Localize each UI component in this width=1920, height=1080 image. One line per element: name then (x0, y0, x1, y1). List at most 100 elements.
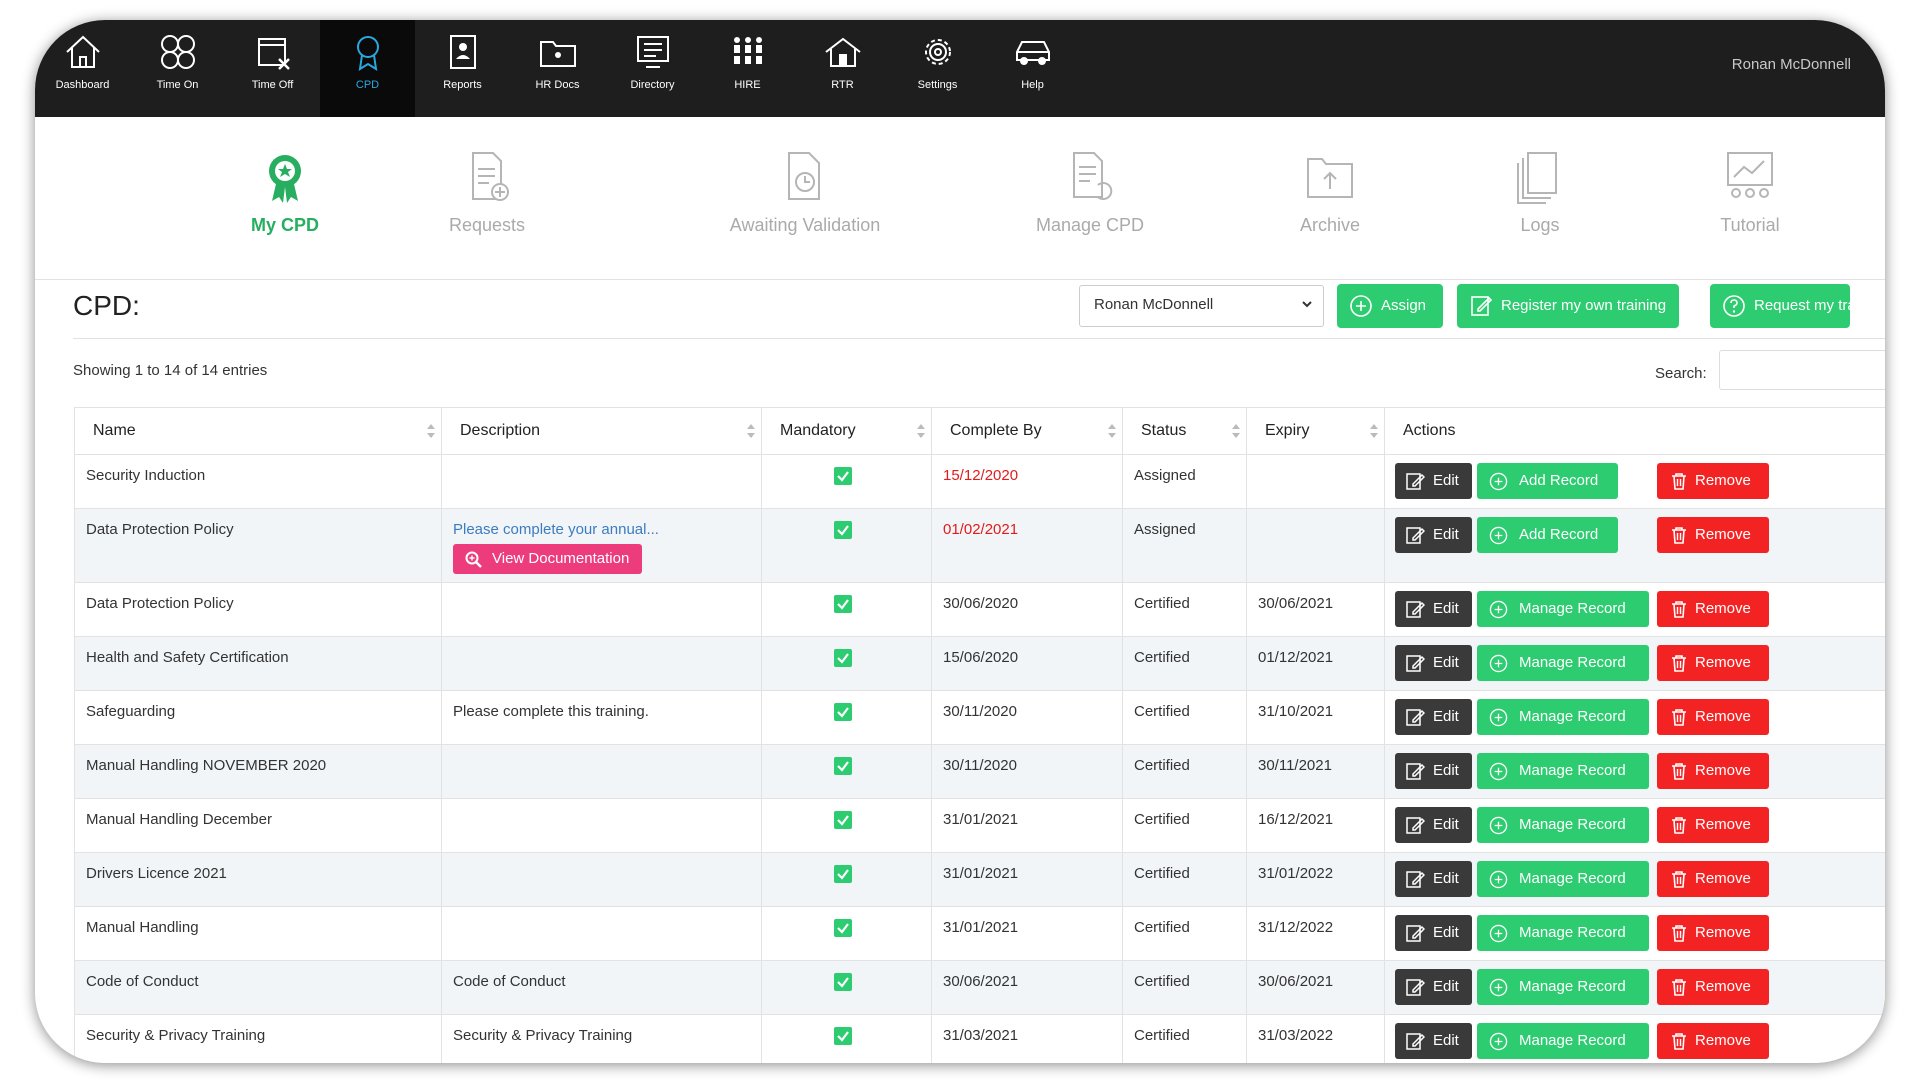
column-header-complete-by[interactable]: Complete By (931, 407, 1123, 455)
manage-record-button[interactable]: Manage Record (1477, 969, 1649, 1005)
remove-button[interactable]: Remove (1657, 463, 1769, 499)
subnav-manage-cpd[interactable]: Manage CPD (990, 117, 1190, 279)
remove-label: Remove (1695, 708, 1751, 725)
manage-record-button[interactable]: Manage Record (1477, 645, 1649, 681)
checked-checkbox-icon (834, 973, 852, 991)
row-complete-by: 30/06/2020 (943, 595, 1019, 612)
nav-settings[interactable]: Settings (890, 20, 985, 117)
edit-button[interactable]: Edit (1395, 517, 1472, 553)
register-training-button[interactable]: Register my own training (1457, 284, 1679, 328)
remove-button[interactable]: Remove (1657, 699, 1769, 735)
remove-button[interactable]: Remove (1657, 591, 1769, 627)
view-documentation-button[interactable]: View Documentation (453, 544, 643, 574)
edit-button[interactable]: Edit (1395, 753, 1472, 789)
reports-icon (450, 35, 476, 69)
nav-hire[interactable]: HIRE (700, 20, 795, 117)
row-name: Drivers Licence 2021 (86, 865, 227, 882)
row-expiry: 30/11/2021 (1258, 757, 1332, 774)
row-status: Assigned (1134, 521, 1196, 538)
subnav-my-cpd[interactable]: My CPD (210, 117, 360, 279)
edit-button[interactable]: Edit (1395, 969, 1472, 1005)
column-header-expiry[interactable]: Expiry (1246, 407, 1385, 455)
nav-label: HR Docs (535, 79, 580, 91)
manage-record-button[interactable]: Manage Record (1477, 915, 1649, 951)
edit-icon (1406, 817, 1425, 834)
request-training-button[interactable]: Request my training (1710, 284, 1850, 328)
edit-button[interactable]: Edit (1395, 463, 1472, 499)
manage-record-button[interactable]: Manage Record (1477, 699, 1649, 735)
manage-record-button[interactable]: Manage Record (1477, 807, 1649, 843)
sort-icon (1232, 424, 1240, 438)
search-input[interactable] (1719, 350, 1885, 390)
remove-button[interactable]: Remove (1657, 1023, 1769, 1059)
subnav-awaiting-validation[interactable]: Awaiting Validation (675, 117, 935, 279)
nav-directory[interactable]: Directory (605, 20, 700, 117)
row-name: Health and Safety Certification (86, 649, 289, 666)
header-label: Actions (1403, 422, 1456, 439)
row-complete-by: 15/12/2020 (943, 467, 1019, 484)
nav-time-off[interactable]: Time Off (225, 20, 320, 117)
edit-button[interactable]: Edit (1395, 861, 1472, 897)
record-label: Manage Record (1519, 924, 1626, 941)
edit-button[interactable]: Edit (1395, 1023, 1472, 1059)
assign-button[interactable]: Assign (1337, 284, 1443, 328)
nav-label: Settings (917, 79, 958, 91)
row-status: Certified (1134, 703, 1190, 720)
register-training-label: Register my own training (1501, 297, 1667, 314)
add-record-button[interactable]: Add Record (1477, 463, 1618, 499)
remove-button[interactable]: Remove (1657, 753, 1769, 789)
checked-checkbox-icon (834, 865, 852, 883)
nav-help[interactable]: Help (985, 20, 1080, 117)
column-header-mandatory[interactable]: Mandatory (761, 407, 932, 455)
column-header-status[interactable]: Status (1122, 407, 1247, 455)
nav-cpd[interactable]: CPD (320, 20, 415, 117)
row-status: Certified (1134, 811, 1190, 828)
user-select[interactable]: Ronan McDonnell (1079, 285, 1324, 327)
edit-icon (1406, 925, 1425, 942)
remove-button[interactable]: Remove (1657, 915, 1769, 951)
edit-button[interactable]: Edit (1395, 591, 1472, 627)
remove-button[interactable]: Remove (1657, 861, 1769, 897)
user-select-value: Ronan McDonnell (1094, 296, 1214, 313)
nav-hr-docs[interactable]: HR Docs (510, 20, 605, 117)
remove-button[interactable]: Remove (1657, 969, 1769, 1005)
remove-button[interactable]: Remove (1657, 517, 1769, 553)
help-car-icon (1016, 41, 1050, 65)
subnav-tutorial[interactable]: Tutorial (1685, 117, 1815, 279)
subnav-logs[interactable]: Logs (1480, 117, 1600, 279)
remove-button[interactable]: Remove (1657, 807, 1769, 843)
column-header-actions: Actions (1384, 407, 1885, 455)
manage-record-button[interactable]: Manage Record (1477, 1023, 1649, 1059)
manage-record-button[interactable]: Manage Record (1477, 861, 1649, 897)
remove-button[interactable]: Remove (1657, 645, 1769, 681)
column-header-description[interactable]: Description (441, 407, 762, 455)
award-ribbon-icon (269, 155, 301, 203)
nav-dashboard[interactable]: Dashboard (35, 20, 130, 117)
edit-button[interactable]: Edit (1395, 807, 1472, 843)
row-description: Code of Conduct (453, 973, 566, 990)
row-name: Data Protection Policy (86, 595, 234, 612)
mandatory-checkbox (834, 811, 852, 833)
column-header-name[interactable]: Name (74, 407, 442, 455)
user-name[interactable]: Ronan McDonnell (1732, 56, 1851, 73)
manage-record-button[interactable]: Manage Record (1477, 753, 1649, 789)
edit-button[interactable]: Edit (1395, 915, 1472, 951)
request-training-label: Request my training (1754, 297, 1850, 314)
manage-record-button[interactable]: Manage Record (1477, 591, 1649, 627)
remove-label: Remove (1695, 924, 1751, 941)
row-complete-by: 30/11/2020 (943, 703, 1017, 720)
nav-reports[interactable]: Reports (415, 20, 510, 117)
document-plus-icon (472, 152, 509, 201)
edit-button[interactable]: Edit (1395, 645, 1472, 681)
row-description[interactable]: Please complete your annual... (453, 521, 659, 538)
remove-label: Remove (1695, 526, 1751, 543)
plus-circle-icon (1350, 295, 1372, 317)
nav-rtr[interactable]: RTR (795, 20, 890, 117)
edit-button[interactable]: Edit (1395, 699, 1472, 735)
subnav-requests[interactable]: Requests (412, 117, 562, 279)
nav-time-on[interactable]: Time On (130, 20, 225, 117)
nav-label: Reports (443, 79, 482, 91)
add-record-button[interactable]: Add Record (1477, 517, 1618, 553)
table-row: Manual Handling NOVEMBER 2020 30/11/2020 C… (74, 744, 1885, 799)
subnav-archive[interactable]: Archive (1255, 117, 1405, 279)
